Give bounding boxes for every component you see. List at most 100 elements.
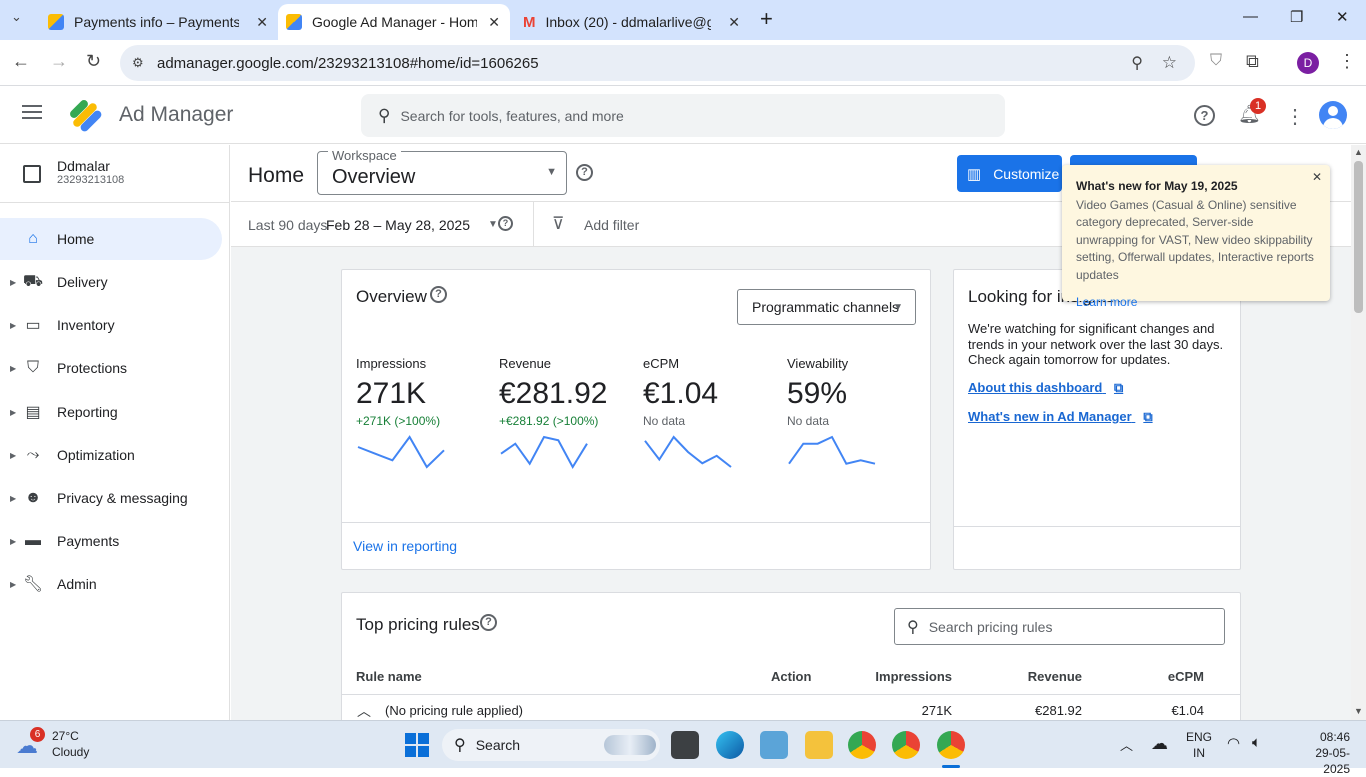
clock[interactable]: 08:46 29-05-2025 xyxy=(1290,729,1350,777)
workspace-help-icon[interactable]: ? xyxy=(576,164,593,181)
scroll-up-icon[interactable]: ▲ xyxy=(1354,147,1363,157)
taskbar-app-explorer-icon[interactable] xyxy=(805,731,833,759)
minimize-button[interactable]: — xyxy=(1243,8,1258,25)
sidebar-item-delivery[interactable]: ▶ ⛟ Delivery xyxy=(0,261,222,303)
sidebar-item-reporting[interactable]: ▶ ▤ Reporting xyxy=(0,391,222,433)
overview-help-icon[interactable]: ? xyxy=(430,286,447,303)
sidebar: Ddmalar 23293213108 ⌂ Home ▶ ⛟ Delivery ▶ ▭ Inv… xyxy=(0,145,230,720)
bookmark-star-icon[interactable]: ☆ xyxy=(1162,53,1177,73)
sidebar-item-inventory[interactable]: ▶ ▭ Inventory xyxy=(0,304,222,346)
col-action[interactable]: Action xyxy=(771,669,811,684)
site-info-icon[interactable]: ⚙ xyxy=(132,55,144,71)
onedrive-icon[interactable]: ☁ xyxy=(1151,734,1168,754)
windows-start-icon[interactable] xyxy=(405,733,429,757)
language-indicator[interactable]: ENG IN xyxy=(1186,729,1212,761)
sidebar-item-payments[interactable]: ▶ ▬ Payments xyxy=(0,520,222,562)
expand-arrow-icon[interactable]: ▶ xyxy=(10,408,16,417)
taskbar-app-photos-icon[interactable] xyxy=(760,731,788,759)
expand-arrow-icon[interactable]: ▶ xyxy=(10,451,16,460)
sparkline xyxy=(788,435,876,465)
browser-toolbar: ← → ↻ ⚙ admanager.google.com/23293213108… xyxy=(0,40,1366,86)
scroll-down-icon[interactable]: ▼ xyxy=(1354,706,1363,716)
tab-search-icon[interactable]: ⌄ xyxy=(11,9,22,25)
overview-title: Overview xyxy=(356,287,427,306)
taskbar-app-chrome-icon[interactable] xyxy=(848,731,876,759)
browser-menu-icon[interactable]: ⋮ xyxy=(1338,51,1356,72)
sidebar-item-optimization[interactable]: ▶ ⤳ Optimization xyxy=(0,434,222,476)
taskbar-app-files-icon[interactable] xyxy=(671,731,699,759)
tab-ad-manager-home[interactable]: Google Ad Manager - Home ✕ xyxy=(278,4,510,40)
channel-select[interactable]: Programmatic channels ▼ xyxy=(737,289,916,325)
back-icon[interactable]: ← xyxy=(12,51,30,72)
sidebar-item-home[interactable]: ⌂ Home xyxy=(0,218,222,260)
sidebar-item-admin[interactable]: ▶ 🔧︎ Admin xyxy=(0,563,222,605)
taskbar-search[interactable]: ⚲ Search xyxy=(442,729,660,761)
date-range-select[interactable]: Feb 28 – May 28, 2025 ▼ xyxy=(326,217,498,233)
tab-gmail-inbox[interactable]: M Inbox (20) - ddmalarlive@gmai ✕ xyxy=(515,4,750,40)
col-revenue[interactable]: Revenue xyxy=(1028,669,1082,684)
sidebar-item-privacy-messaging[interactable]: ▶ ☻ Privacy & messaging xyxy=(0,477,222,519)
restore-button[interactable]: ❐ xyxy=(1290,8,1303,26)
sparkline-series xyxy=(644,435,732,468)
taskbar-search-label: Search xyxy=(475,737,521,753)
close-popup-icon[interactable]: ✕ xyxy=(1312,169,1322,187)
close-tab-icon[interactable]: ✕ xyxy=(256,14,268,31)
expand-arrow-icon[interactable]: ▶ xyxy=(10,580,16,589)
profile-avatar[interactable]: D xyxy=(1297,52,1319,74)
page-scrollbar[interactable]: ▲ ▼ xyxy=(1351,145,1366,720)
expand-arrow-icon[interactable]: ▶ xyxy=(10,321,16,330)
col-impressions[interactable]: Impressions xyxy=(875,669,952,684)
address-bar[interactable]: ⚙ admanager.google.com/23293213108#home/… xyxy=(120,45,1195,81)
close-tab-icon[interactable]: ✕ xyxy=(488,14,500,31)
col-rule-name[interactable]: Rule name xyxy=(356,669,422,684)
filter-icon[interactable]: ⊽ xyxy=(552,214,564,234)
date-help-icon[interactable]: ? xyxy=(498,216,513,231)
forward-icon[interactable]: → xyxy=(50,51,68,72)
whats-new-link[interactable]: What's new in Ad Manager ⧉ xyxy=(968,409,1153,425)
close-window-button[interactable]: ✕ xyxy=(1336,8,1349,26)
customize-button[interactable]: ▥ Customize xyxy=(957,155,1062,192)
volume-icon[interactable]: 🔈︎ xyxy=(1252,734,1261,751)
scrollbar-thumb[interactable] xyxy=(1354,161,1363,313)
taskbar-app-chrome-active-icon[interactable] xyxy=(937,731,965,759)
view-in-reporting-link[interactable]: View in reporting xyxy=(353,538,457,554)
table-row[interactable]: ︿ (No pricing rule applied) 271K €281.92… xyxy=(342,703,1240,720)
wifi-icon[interactable]: ◠ xyxy=(1227,734,1240,752)
collapse-icon[interactable]: ︿ xyxy=(357,701,371,720)
whats-new-link-text: What's new in Ad Manager xyxy=(968,409,1132,424)
new-tab-button[interactable]: + xyxy=(760,6,773,32)
more-options-icon[interactable]: ⋮ xyxy=(1285,104,1305,129)
col-ecpm[interactable]: eCPM xyxy=(1168,669,1204,684)
expand-arrow-icon[interactable]: ▶ xyxy=(10,364,16,373)
help-icon[interactable]: ? xyxy=(1194,105,1215,126)
pricing-search[interactable]: ⚲ Search pricing rules xyxy=(894,608,1225,645)
weather-widget[interactable]: ☁ 6 27°C Cloudy xyxy=(16,727,116,761)
add-filter-button[interactable]: Add filter xyxy=(584,217,639,233)
global-search[interactable]: ⚲ Search for tools, features, and more xyxy=(361,94,1005,137)
search-icon: ⚲ xyxy=(378,105,391,125)
account-avatar[interactable] xyxy=(1319,101,1347,129)
reload-icon[interactable]: ↻ xyxy=(86,51,101,72)
extension-shield-icon[interactable]: ⛉ xyxy=(1210,52,1222,70)
show-hidden-icons[interactable]: ︿ xyxy=(1120,735,1133,754)
taskbar-app-chrome-icon[interactable] xyxy=(892,731,920,759)
extensions-icon[interactable]: ⧉ xyxy=(1246,51,1259,72)
sidebar-item-protections[interactable]: ▶ ⛉ Protections xyxy=(0,347,222,389)
expand-arrow-icon[interactable]: ▶ xyxy=(10,537,16,546)
learn-more-link[interactable]: Learn more xyxy=(1076,294,1316,312)
main-menu-icon[interactable] xyxy=(22,105,42,119)
tab-payments[interactable]: Payments info – Payments – Go ✕ xyxy=(40,4,278,40)
weather-desc: Cloudy xyxy=(52,745,90,759)
about-dashboard-link[interactable]: About this dashboard ⧉ xyxy=(968,380,1123,396)
pricing-help-icon[interactable]: ? xyxy=(480,614,497,631)
network-selector[interactable]: Ddmalar 23293213108 xyxy=(0,145,229,201)
metric-change: +271K (>100%) xyxy=(356,414,441,428)
expand-arrow-icon[interactable]: ▶ xyxy=(10,494,16,503)
zoom-icon[interactable]: ⚲ xyxy=(1131,53,1143,73)
workspace-select[interactable]: Workspace Overview ▼ xyxy=(317,148,567,195)
taskbar-app-edge-icon[interactable] xyxy=(716,731,744,759)
windows-taskbar: ☁ 6 27°C Cloudy ⚲ Search ︿ ☁ ENG IN ◠ 🔈︎… xyxy=(0,720,1366,776)
whats-new-popup: What's new for May 19, 2025 Video Games … xyxy=(1062,165,1330,309)
close-tab-icon[interactable]: ✕ xyxy=(728,14,740,31)
expand-arrow-icon[interactable]: ▶ xyxy=(10,278,16,287)
